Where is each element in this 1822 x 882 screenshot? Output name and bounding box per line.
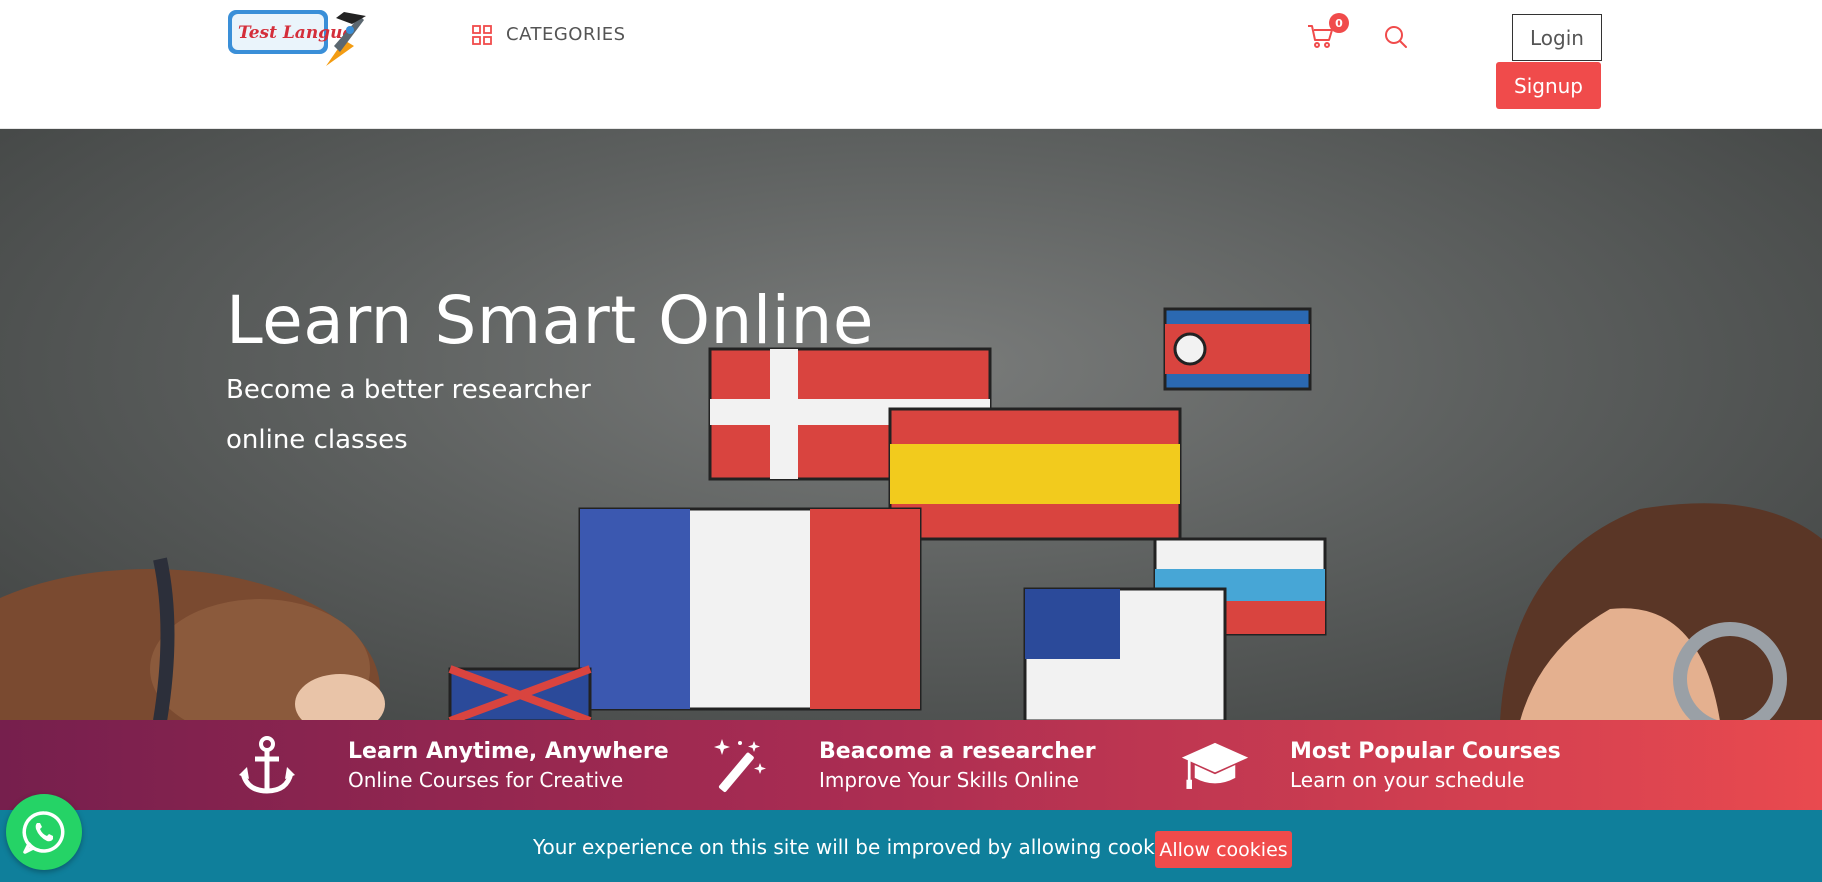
feature-text: Most Popular Courses Learn on your sched…: [1290, 739, 1561, 792]
search-icon[interactable]: [1383, 24, 1409, 50]
feature-subtitle: Learn on your schedule: [1290, 767, 1525, 792]
logo-text: Test Langue: [238, 23, 353, 43]
feature-subtitle: Improve Your Skills Online: [819, 767, 1079, 792]
categories-label: CATEGORIES: [506, 24, 626, 45]
hero-subtitle-line1: Become a better researcher: [226, 375, 591, 405]
feature-title: Beacome a researcher: [819, 738, 1096, 764]
feature-item: Learn Anytime, Anywhere Online Courses f…: [232, 720, 669, 810]
cookie-message: Your experience on this site will be imp…: [533, 835, 1190, 859]
login-button[interactable]: Login: [1512, 14, 1602, 61]
feature-item: Most Popular Courses Learn on your sched…: [1180, 720, 1561, 810]
feature-title: Learn Anytime, Anywhere: [348, 738, 669, 764]
signup-button[interactable]: Signup: [1496, 62, 1601, 109]
graduation-cap-icon: [1180, 730, 1250, 800]
site-header: Test Langue CATEGORIES 0 Login Signup: [0, 0, 1822, 129]
hero-title: Learn Smart Online: [226, 282, 874, 359]
magic-wand-icon: [703, 730, 773, 800]
cart-count-badge: 0: [1329, 13, 1349, 33]
allow-cookies-button[interactable]: Allow cookies: [1155, 831, 1292, 868]
feature-title: Most Popular Courses: [1290, 738, 1561, 764]
feature-item: Beacome a researcher Improve Your Skills…: [703, 720, 1096, 810]
hero-subtitle-line2: online classes: [226, 425, 408, 455]
hero-banner: Learn Smart Online Become a better resea…: [0, 129, 1822, 721]
feature-text: Beacome a researcher Improve Your Skills…: [819, 739, 1096, 792]
feature-subtitle: Online Courses for Creative: [348, 767, 624, 792]
whatsapp-icon: [22, 811, 65, 854]
whatsapp-button[interactable]: [6, 794, 82, 870]
cookie-consent-bar: Your experience on this site will be imp…: [0, 810, 1822, 882]
features-bar: Learn Anytime, Anywhere Online Courses f…: [0, 720, 1822, 810]
anchor-icon: [232, 730, 302, 800]
categories-menu[interactable]: CATEGORIES: [472, 24, 626, 45]
grid-icon: [472, 24, 492, 45]
site-logo[interactable]: Test Langue: [226, 6, 366, 70]
feature-text: Learn Anytime, Anywhere Online Courses f…: [348, 739, 669, 792]
